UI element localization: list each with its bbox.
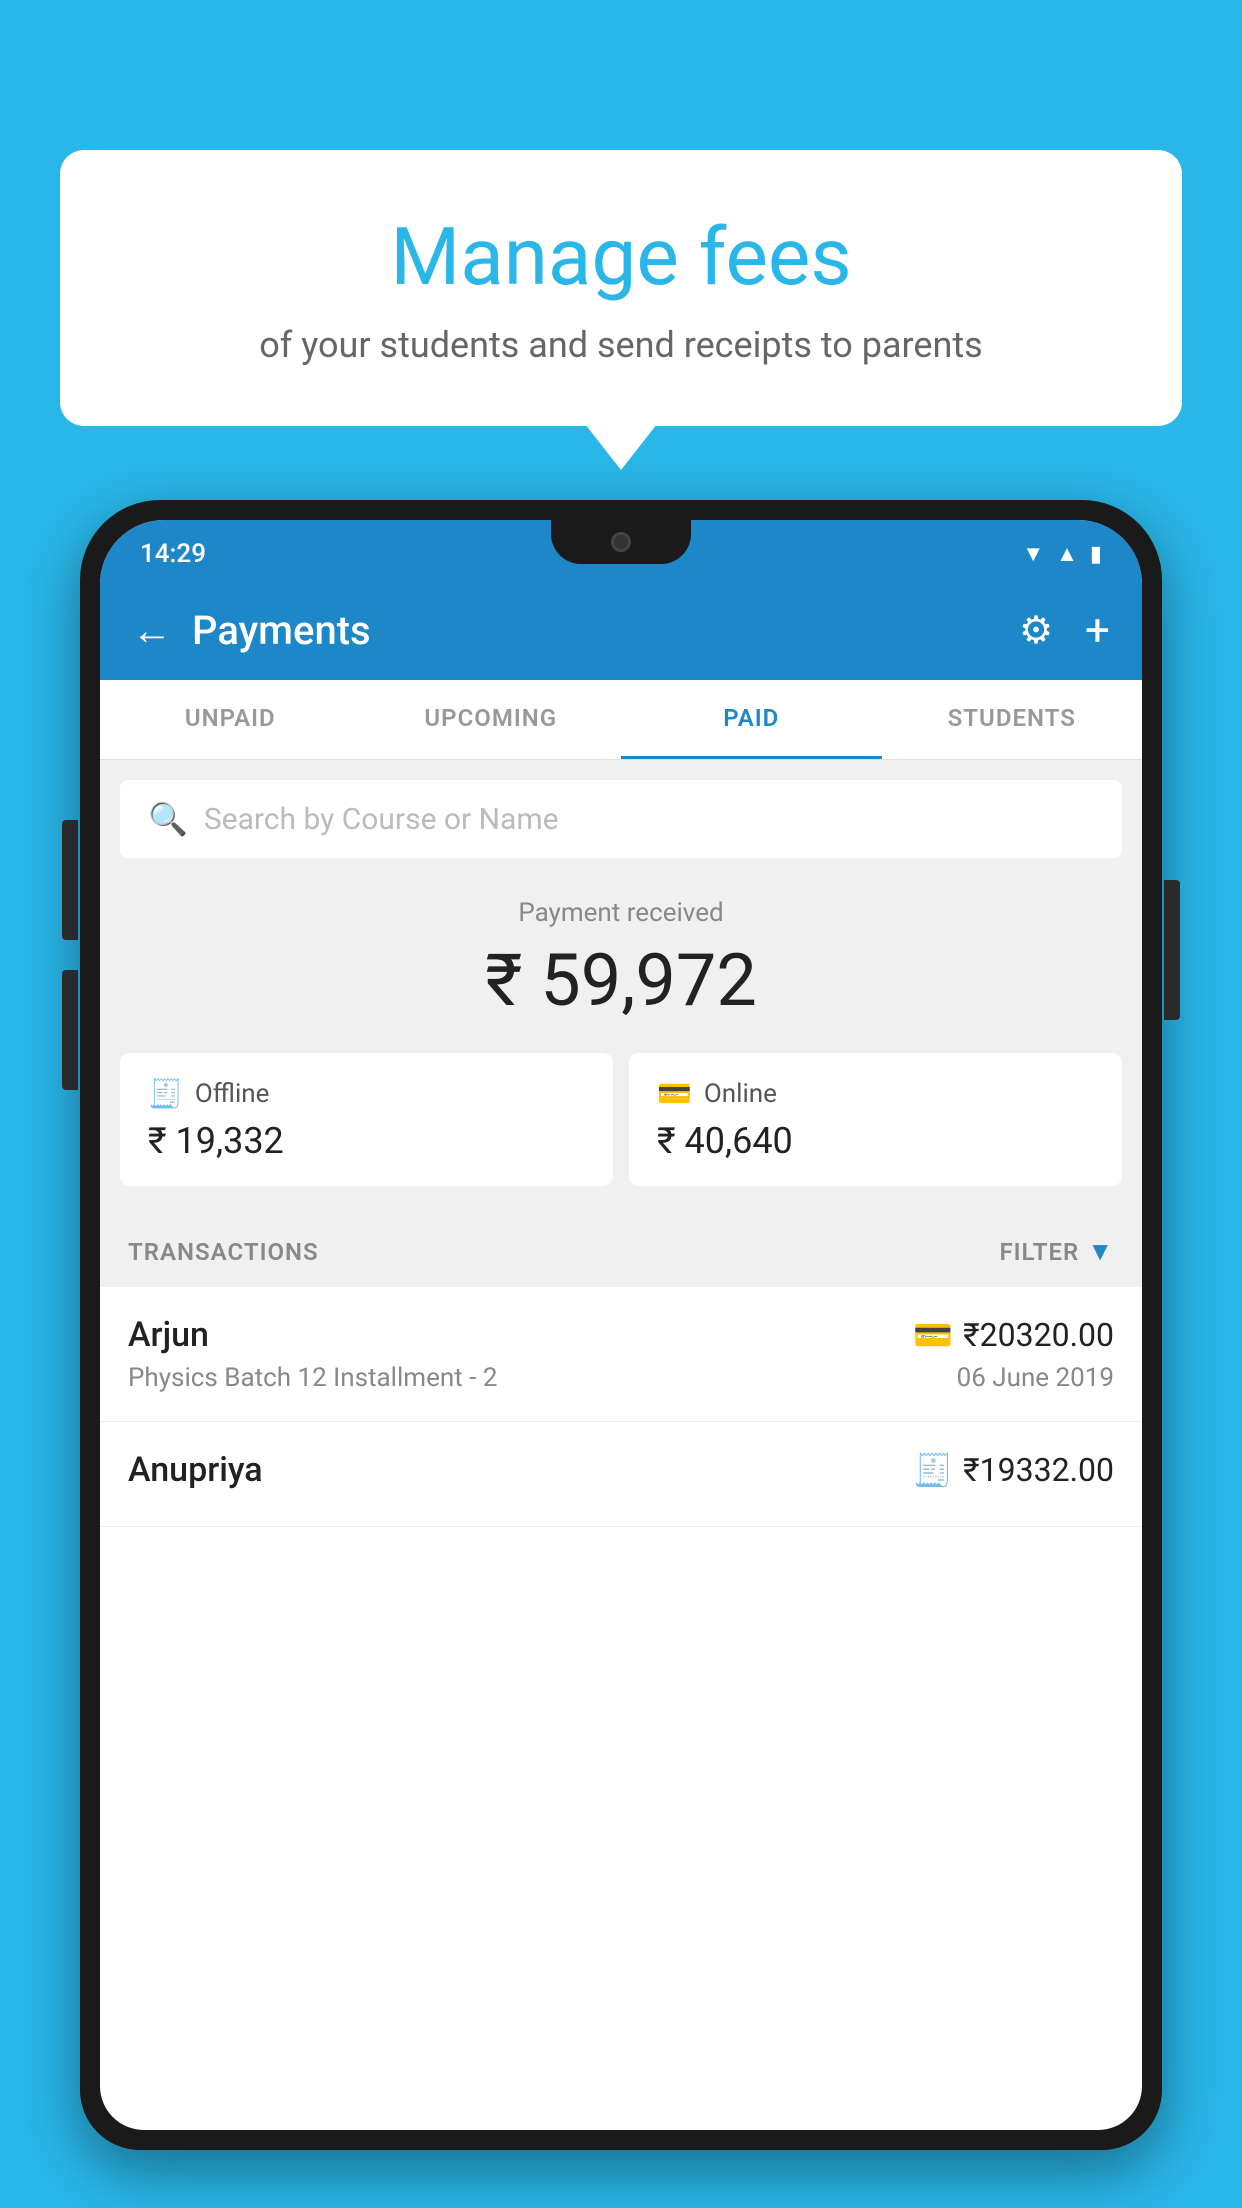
bubble-title: Manage fees [140,210,1102,304]
online-icon: 💳 [657,1077,692,1110]
offline-label: Offline [195,1079,270,1109]
transaction-top: Arjun 💳 ₹20320.00 [128,1315,1114,1355]
online-amount: ₹ 40,640 [657,1120,1094,1162]
transactions-label: TRANSACTIONS [128,1238,319,1266]
online-card: 💳 Online ₹ 40,640 [629,1053,1122,1186]
transaction-name: Anupriya [128,1450,263,1490]
transaction-course: Physics Batch 12 Installment - 2 [128,1363,497,1393]
notch [551,520,691,564]
transaction-bottom: Physics Batch 12 Installment - 2 06 June… [128,1363,1114,1393]
speech-bubble-container: Manage fees of your students and send re… [60,150,1182,426]
filter-button[interactable]: FILTER ▼ [999,1236,1114,1267]
tab-upcoming[interactable]: UPCOMING [361,680,622,759]
payment-received-section: Payment received ₹ 59,972 [100,858,1142,1053]
transactions-header: TRANSACTIONS FILTER ▼ [100,1216,1142,1287]
app-title: Payments [192,607,999,654]
payment-received-label: Payment received [120,898,1122,928]
online-label: Online [704,1079,777,1109]
online-card-header: 💳 Online [657,1077,1094,1110]
transaction-amount: 💳 ₹20320.00 [913,1316,1114,1354]
payment-received-amount: ₹ 59,972 [120,938,1122,1023]
tab-students[interactable]: STUDENTS [882,680,1143,759]
app-bar: ← Payments ⚙ + [100,580,1142,680]
tabs: UNPAID UPCOMING PAID STUDENTS [100,680,1142,760]
offline-icon: 🧾 [148,1077,183,1110]
camera [611,532,631,552]
wifi-icon: ▼ [1022,541,1044,567]
search-placeholder: Search by Course or Name [204,802,559,837]
settings-button[interactable]: ⚙ [1019,608,1053,653]
bubble-subtitle: of your students and send receipts to pa… [140,324,1102,366]
offline-card: 🧾 Offline ₹ 19,332 [120,1053,613,1186]
tab-paid[interactable]: PAID [621,680,882,759]
phone: 14:29 ▼ ▲ ▮ ← Payments ⚙ + UNPAID UPCOMI… [80,500,1162,2150]
transaction-date: 06 June 2019 [957,1363,1114,1393]
signal-icon: ▲ [1056,541,1078,567]
add-button[interactable]: + [1085,604,1110,656]
filter-label: FILTER [999,1238,1079,1266]
back-button[interactable]: ← [132,607,172,654]
battery-icon: ▮ [1090,542,1102,567]
transaction-amount: 🧾 ₹19332.00 [913,1451,1114,1489]
offline-payment-icon: 🧾 [913,1451,953,1489]
card-payment-icon: 💳 [913,1316,953,1354]
offline-amount: ₹ 19,332 [148,1120,585,1162]
payment-cards: 🧾 Offline ₹ 19,332 💳 Online ₹ 40,640 [100,1053,1142,1216]
speech-bubble: Manage fees of your students and send re… [60,150,1182,426]
phone-screen: 14:29 ▼ ▲ ▮ ← Payments ⚙ + UNPAID UPCOMI… [100,520,1142,2130]
transaction-row[interactable]: Arjun 💳 ₹20320.00 Physics Batch 12 Insta… [100,1287,1142,1422]
tab-unpaid[interactable]: UNPAID [100,680,361,759]
filter-icon: ▼ [1087,1236,1114,1267]
phone-container: 14:29 ▼ ▲ ▮ ← Payments ⚙ + UNPAID UPCOMI… [80,500,1162,2208]
offline-card-header: 🧾 Offline [148,1077,585,1110]
search-icon: 🔍 [148,800,188,838]
transaction-top: Anupriya 🧾 ₹19332.00 [128,1450,1114,1490]
search-bar[interactable]: 🔍 Search by Course or Name [120,780,1122,858]
transaction-row[interactable]: Anupriya 🧾 ₹19332.00 [100,1422,1142,1527]
status-icons: ▼ ▲ ▮ [1022,541,1102,567]
main-content: 🔍 Search by Course or Name Payment recei… [100,760,1142,1527]
status-time: 14:29 [140,539,206,569]
transaction-name: Arjun [128,1315,209,1355]
